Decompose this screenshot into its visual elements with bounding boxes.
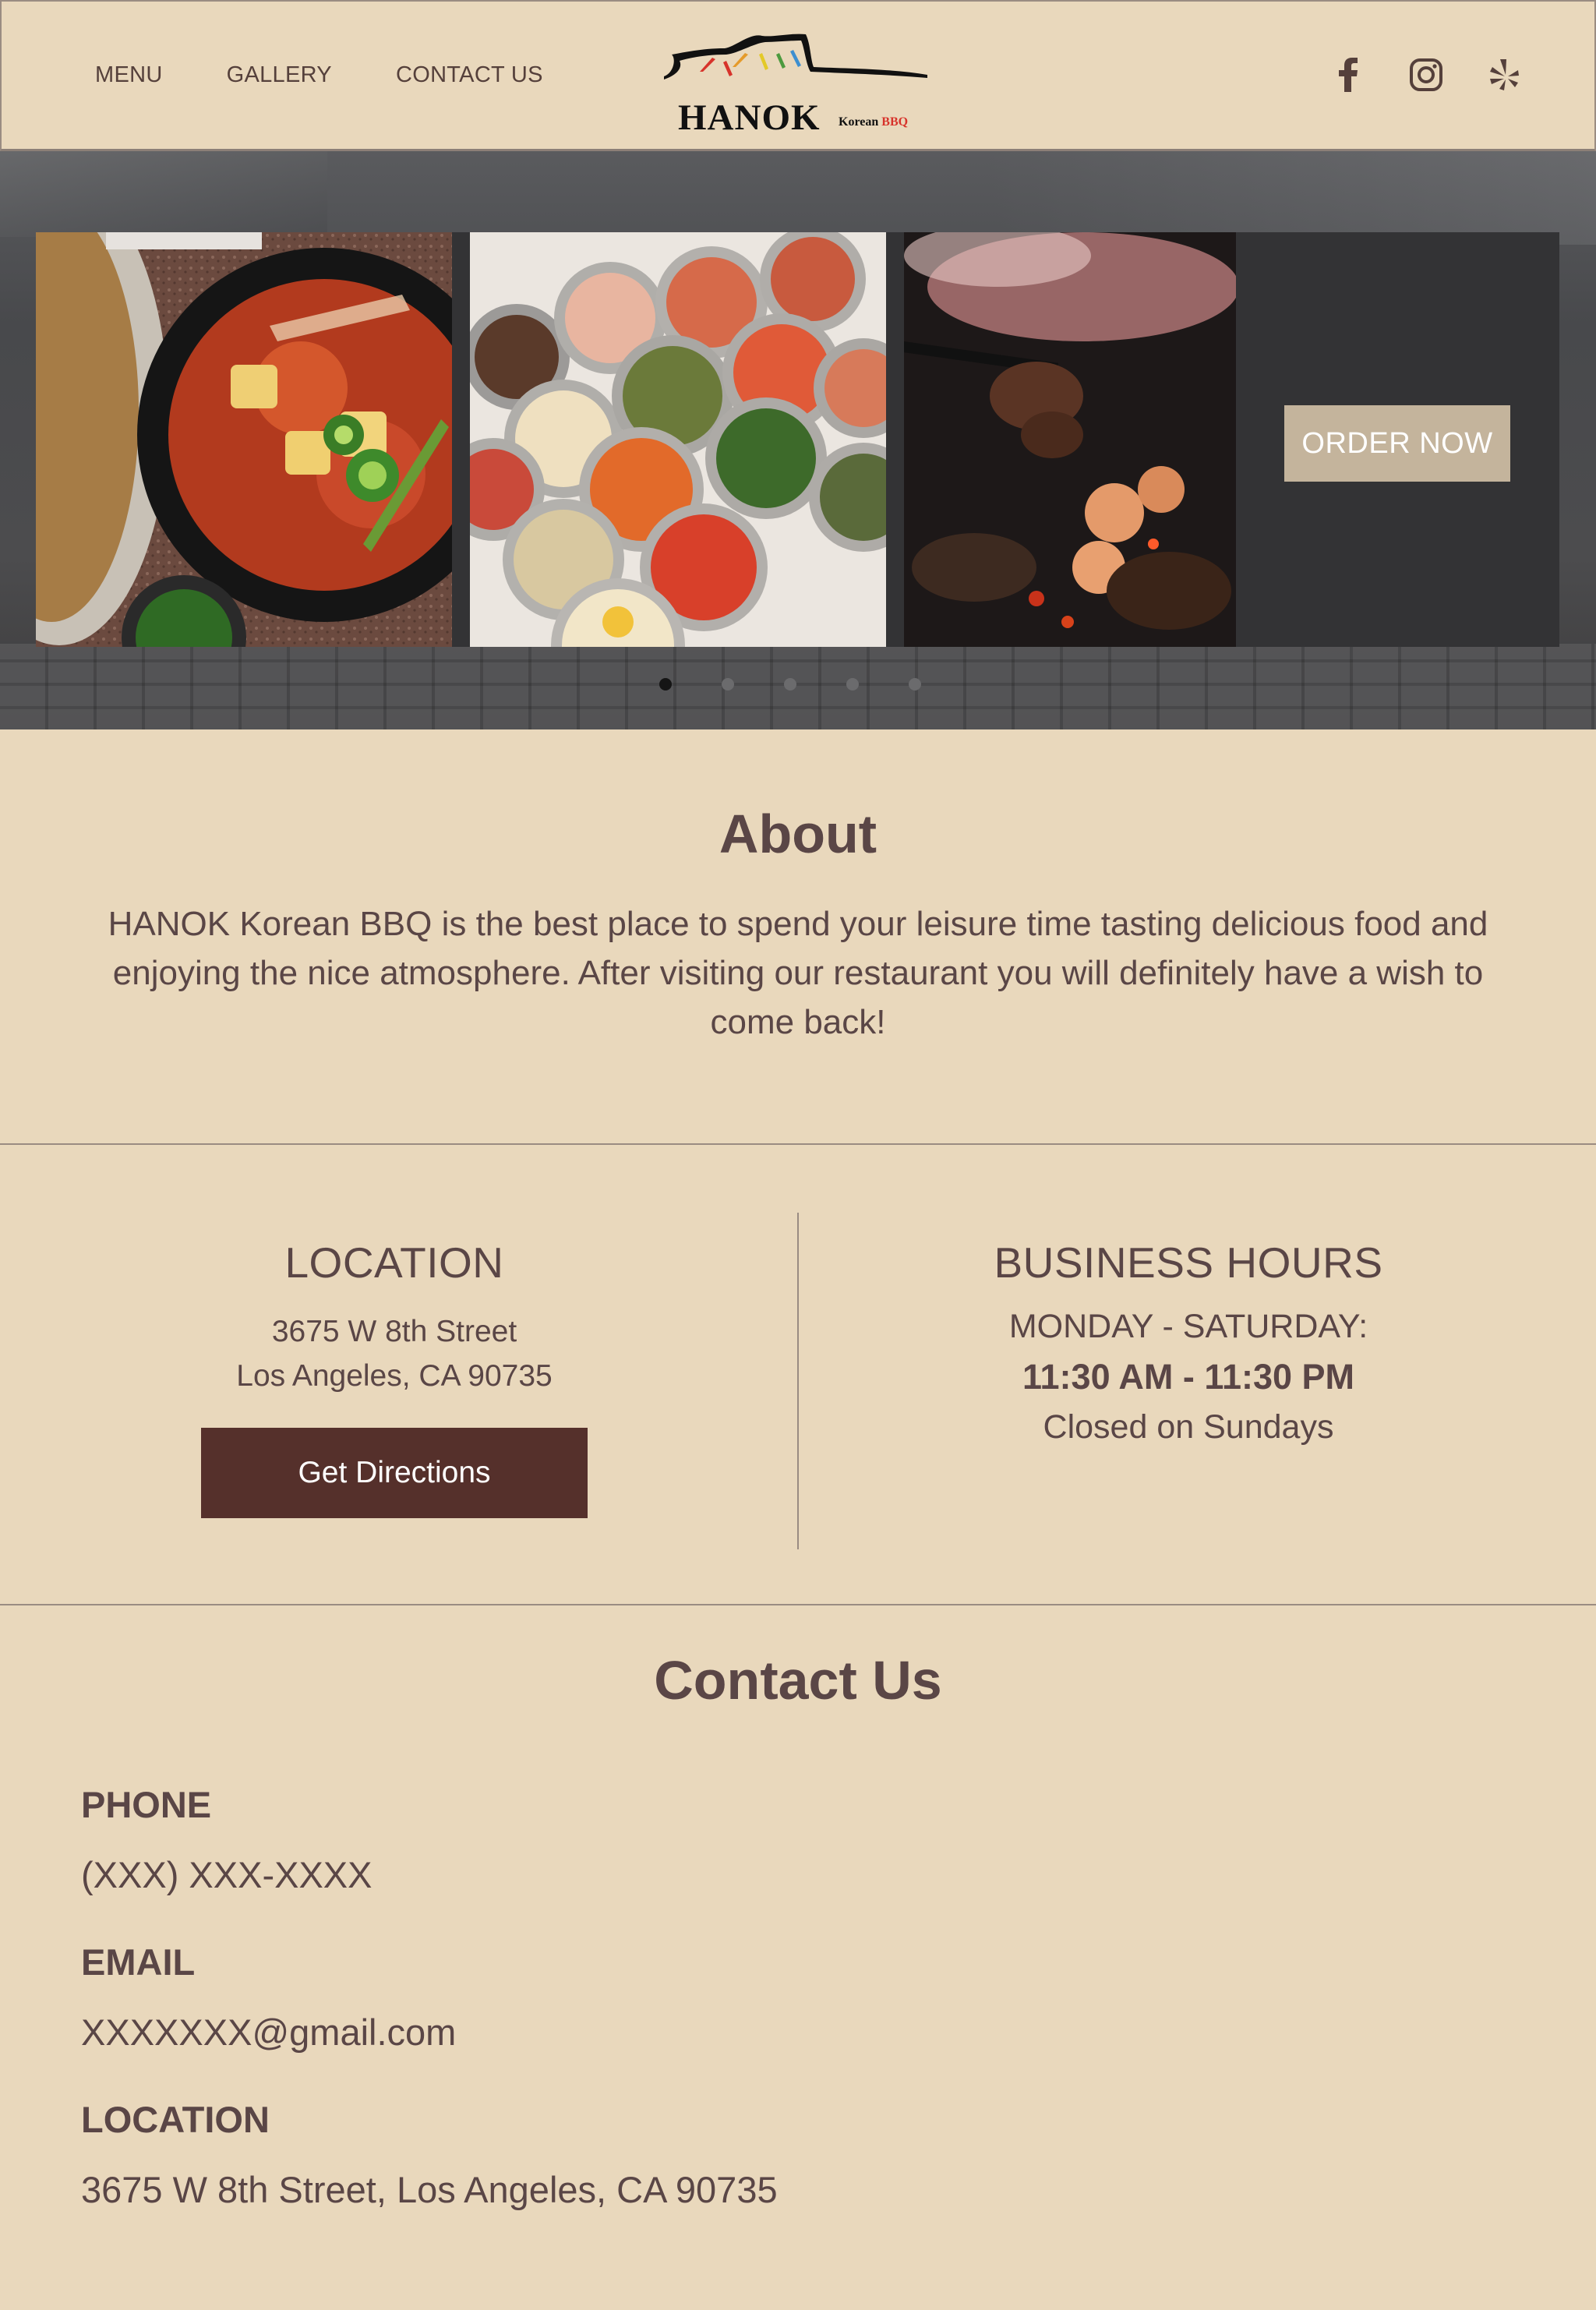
yelp-icon[interactable] [1485, 56, 1523, 94]
business-time: 11:30 AM - 11:30 PM [1022, 1357, 1355, 1397]
carousel-dots [659, 678, 921, 691]
contact-location-label: LOCATION [81, 2099, 270, 2140]
hero-background-roof [0, 151, 327, 237]
contact-section: Contact Us PHONE (XXX) XXX-XXXX EMAIL XX… [0, 1605, 1596, 2310]
logo-sub-korean: Korean [839, 115, 879, 129]
business-hours-column: BUSINESS HOURS MONDAY - SATURDAY: 11:30 … [807, 1146, 1570, 1446]
carousel-dot[interactable] [909, 678, 921, 691]
carousel-dot[interactable] [659, 678, 672, 691]
instagram-icon[interactable] [1407, 56, 1445, 94]
phone-label: PHONE [81, 1784, 212, 1825]
social-links [1329, 56, 1523, 94]
location-title: LOCATION [284, 1238, 504, 1287]
contact-title: Contact Us [654, 1650, 942, 1711]
carousel-dot[interactable] [722, 678, 734, 691]
contact-location-value: 3675 W 8th Street, Los Angeles, CA 90735 [81, 2169, 778, 2210]
address-line-1: 3675 W 8th Street [271, 1315, 517, 1348]
nav-gallery-link[interactable]: GALLERY [227, 62, 332, 88]
phone-value[interactable]: (XXX) XXX-XXXX [81, 1853, 373, 1896]
logo-wordmark: HANOK [678, 97, 821, 138]
banchan-side-dishes-photo [470, 232, 886, 647]
grilled-bbq-meat-photo [904, 232, 1236, 647]
kimchi-stew-photo [36, 232, 452, 647]
main-nav: MENU GALLERY CONTACT US [95, 62, 543, 88]
business-days: MONDAY - SATURDAY: [1008, 1308, 1368, 1345]
nav-contact-link[interactable]: CONTACT US [396, 62, 543, 88]
carousel-dot[interactable] [784, 678, 796, 691]
about-title: About [719, 804, 877, 864]
logo-sub-bbq: BBQ [881, 115, 909, 129]
column-divider [797, 1213, 799, 1549]
section-divider [0, 1143, 1596, 1145]
order-now-button[interactable]: ORDER NOW [1284, 405, 1510, 482]
closed-note: Closed on Sundays [1043, 1408, 1334, 1446]
about-text: HANOK Korean BBQ is the best place to sp… [108, 905, 1488, 1041]
food-carousel[interactable]: ORDER NOW [36, 232, 1559, 647]
location-column: LOCATION 3675 W 8th Street Los Angeles, … [0, 1146, 789, 1518]
nav-menu-link[interactable]: MENU [95, 62, 163, 88]
hero-background-roof [988, 151, 1596, 245]
email-label: EMAIL [81, 1941, 196, 1983]
hanok-logo[interactable]: HANOK Korean BBQ [658, 28, 938, 138]
facebook-icon[interactable] [1329, 56, 1367, 94]
logo-subtitle: Korean BBQ [839, 115, 908, 129]
address-line-2: Los Angeles, CA 90735 [236, 1359, 553, 1393]
info-section: LOCATION 3675 W 8th Street Los Angeles, … [0, 1146, 1596, 1605]
business-hours-title: BUSINESS HOURS [994, 1238, 1383, 1287]
site-header: MENU GALLERY CONTACT US HANOK Korean BBQ [0, 0, 1596, 151]
email-value[interactable]: XXXXXXX@gmail.com [81, 2011, 456, 2054]
hanok-roof-logo-icon [664, 34, 927, 79]
about-section: About HANOK Korean BBQ is the best place… [0, 729, 1596, 1144]
hero-banner: ORDER NOW [0, 151, 1596, 729]
get-directions-button[interactable]: Get Directions [201, 1428, 588, 1518]
carousel-dot[interactable] [846, 678, 859, 691]
location-address: 3675 W 8th Street Los Angeles, CA 90735 [0, 1309, 789, 1398]
